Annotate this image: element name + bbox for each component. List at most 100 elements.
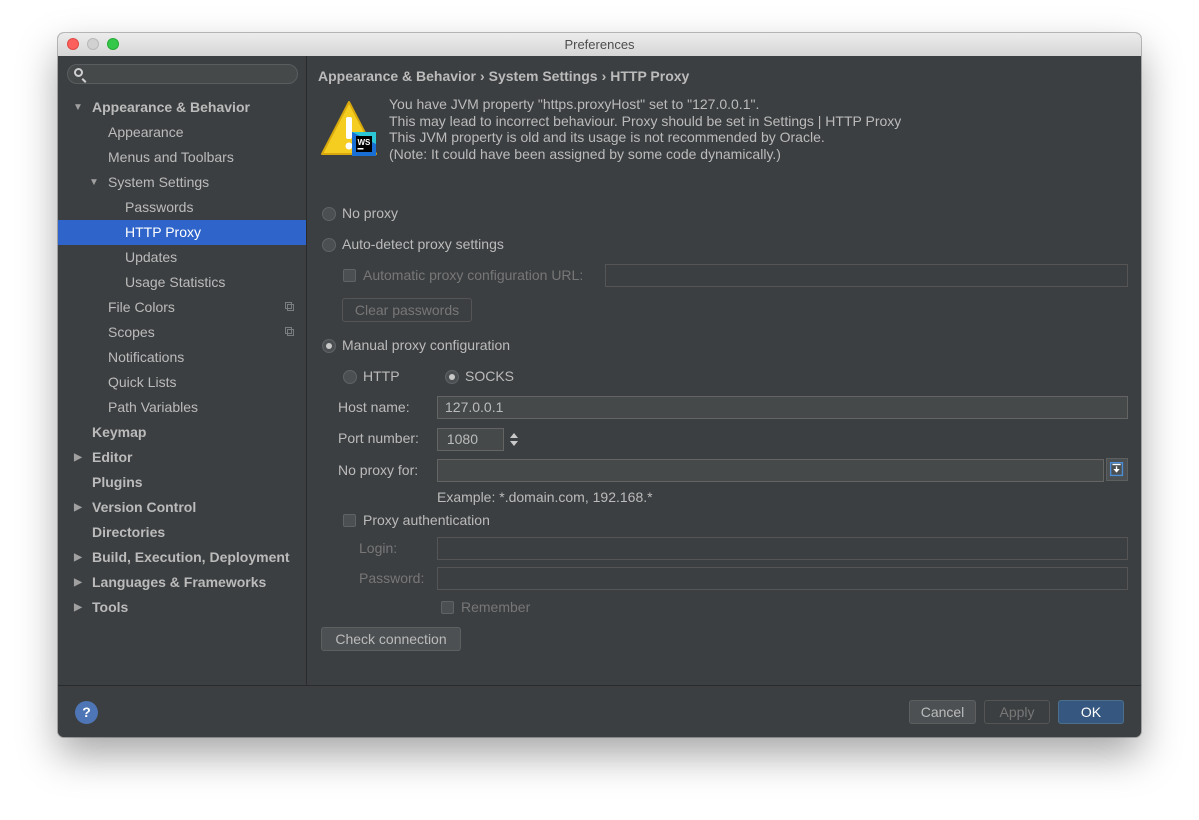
tree-item-tools[interactable]: ▶ Tools [58,595,306,620]
tree-item-appearance[interactable]: Appearance [58,120,306,145]
tree-item-label: Plugins [92,474,143,490]
socks-radio[interactable] [445,370,459,384]
http-radio[interactable] [343,370,357,384]
tree-item-label: System Settings [108,174,210,190]
expand-field-icon[interactable] [1106,458,1128,481]
breadcrumb-item: HTTP Proxy [610,68,690,84]
project-level-icon [285,327,294,336]
login-label: Login: [359,540,398,556]
warning-line: (Note: It could have been assigned by so… [389,145,781,162]
clear-passwords-button[interactable]: Clear passwords [342,298,472,322]
tree-item-usage-statistics[interactable]: Usage Statistics [58,270,306,295]
tree-item-languages-frameworks[interactable]: ▶ Languages & Frameworks [58,570,306,595]
window-title: Preferences [564,37,635,52]
tree-item-label: Editor [92,449,133,465]
search-icon [74,68,83,77]
collapse-arrow-icon[interactable]: ▶ [73,595,83,620]
apply-button[interactable]: Apply [984,700,1050,724]
tree-item-label: Directories [92,524,166,540]
tree-item-quick-lists[interactable]: Quick Lists [58,370,306,395]
remember-checkbox[interactable] [441,601,454,614]
http-proxy-panel: Appearance & Behavior › System Settings › HT… [307,56,1141,685]
expand-arrow-icon[interactable]: ▼ [73,95,83,120]
manual-proxy-radio[interactable] [322,339,336,353]
warning-line: You have JVM property "https.proxyHost" … [389,96,760,112]
port-number-input[interactable]: 1080 [437,428,504,451]
help-icon[interactable]: ? [75,701,98,724]
socks-label[interactable]: SOCKS [465,368,514,384]
auto-detect-radio[interactable] [322,238,336,252]
password-input[interactable] [437,567,1128,590]
tree-item-path-variables[interactable]: Path Variables [58,395,306,420]
expand-arrow-icon[interactable]: ▼ [89,170,99,195]
auto-config-url-checkbox[interactable] [343,269,356,282]
preferences-window: Preferences ▼ Appearance & Behavior Appe… [58,33,1141,737]
no-proxy-for-input[interactable] [437,459,1104,482]
tree-item-system-settings[interactable]: ▼ System Settings [58,170,306,195]
tree-item-file-colors[interactable]: File Colors [58,295,306,320]
tree-item-label: Appearance & Behavior [92,99,250,115]
collapse-arrow-icon[interactable]: ▶ [73,545,83,570]
tree-item-label: Updates [125,249,178,265]
breadcrumb-separator-icon: › [601,68,607,84]
dialog-footer: ? Cancel Apply OK [58,685,1141,737]
breadcrumb: Appearance & Behavior › System Settings › HT… [318,68,689,84]
collapse-arrow-icon[interactable]: ▶ [73,495,83,520]
tree-item-label: Tools [92,599,129,615]
no-proxy-label[interactable]: No proxy [342,205,398,221]
no-proxy-example: Example: *.domain.com, 192.168.* [437,489,653,505]
svg-text:WS: WS [358,138,372,147]
remember-label[interactable]: Remember [461,599,530,615]
no-proxy-radio[interactable] [322,207,336,221]
port-number-label: Port number: [338,430,419,446]
warning-line: This may lead to incorrect behaviour. Pr… [389,112,902,129]
auto-config-url-input[interactable] [605,264,1128,287]
cancel-button[interactable]: Cancel [909,700,976,724]
tree-item-directories[interactable]: Directories [58,520,306,545]
tree-item-plugins[interactable]: Plugins [58,470,306,495]
breadcrumb-item: System Settings [488,68,598,84]
tree-item-keymap[interactable]: Keymap [58,420,306,445]
settings-tree: ▼ Appearance & Behavior Appearance Menus… [58,56,307,685]
webstorm-warning-icon: WS [321,101,377,156]
proxy-authentication-label[interactable]: Proxy authentication [363,512,490,528]
warning-line: This JVM property is old and its usage i… [389,129,825,145]
collapse-arrow-icon[interactable]: ▶ [73,445,83,470]
tree-item-build-execution-deployment[interactable]: ▶ Build, Execution, Deployment [58,545,306,570]
ok-button[interactable]: OK [1058,700,1124,724]
check-connection-button[interactable]: Check connection [321,627,461,651]
tree-item-label: Version Control [92,499,197,515]
tree-item-label: Appearance [108,124,184,140]
tree-item-appearance-behavior[interactable]: ▼ Appearance & Behavior [58,95,306,120]
login-input[interactable] [437,537,1128,560]
breadcrumb-item: Appearance & Behavior [318,68,476,84]
tree-item-menus-toolbars[interactable]: Menus and Toolbars [58,145,306,170]
tree-item-updates[interactable]: Updates [58,245,306,270]
breadcrumb-separator-icon: › [479,68,485,84]
collapse-arrow-icon[interactable]: ▶ [73,570,83,595]
host-name-label: Host name: [338,399,410,415]
tree-item-label: Path Variables [108,399,199,415]
tree-item-label: HTTP Proxy [125,224,201,240]
auto-detect-label[interactable]: Auto-detect proxy settings [342,236,504,252]
search-input[interactable] [67,64,298,84]
proxy-authentication-checkbox[interactable] [343,514,356,527]
tree-item-label: Build, Execution, Deployment [92,549,290,565]
tree-item-scopes[interactable]: Scopes [58,320,306,345]
tree-item-label: Quick Lists [108,374,177,390]
manual-proxy-label[interactable]: Manual proxy configuration [342,337,510,353]
tree-item-passwords[interactable]: Passwords [58,195,306,220]
tree-item-label: Usage Statistics [125,274,226,290]
tree-item-editor[interactable]: ▶ Editor [58,445,306,470]
tree-item-http-proxy[interactable]: HTTP Proxy [58,220,306,245]
http-label[interactable]: HTTP [363,368,400,384]
tree-item-notifications[interactable]: Notifications [58,345,306,370]
tree-item-label: Notifications [108,349,185,365]
jvm-property-warning: You have JVM property "https.proxyHost" … [389,96,901,162]
tree-item-label: Passwords [125,199,194,215]
host-name-input[interactable]: 127.0.0.1 [437,396,1128,419]
tree-item-label: Scopes [108,324,155,340]
port-stepper-icon[interactable] [505,429,523,450]
password-label: Password: [359,570,425,586]
tree-item-version-control[interactable]: ▶ Version Control [58,495,306,520]
